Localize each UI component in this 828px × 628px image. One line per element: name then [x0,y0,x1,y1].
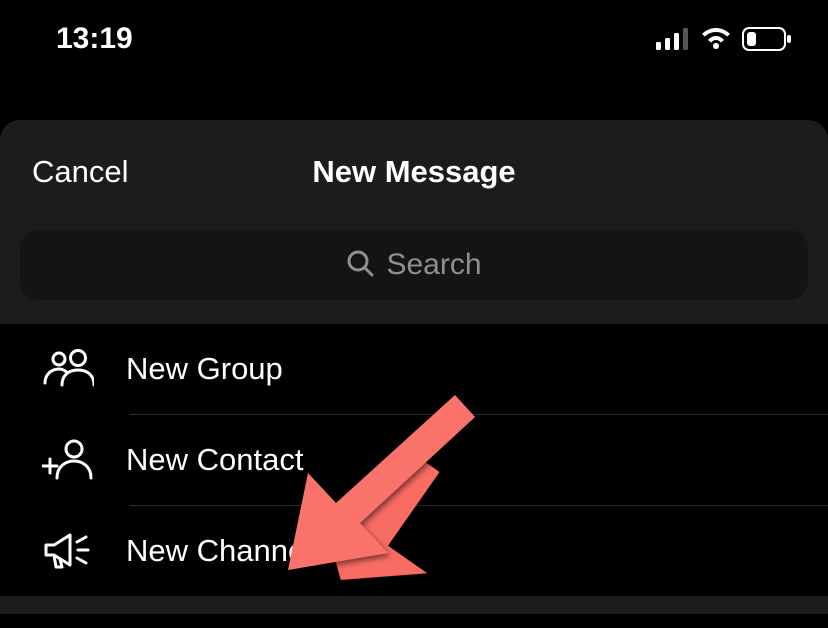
bottom-strip [0,596,828,614]
status-icons [656,27,792,51]
new-contact-label: New Contact [126,442,303,478]
new-contact-option[interactable]: New Contact [0,415,828,505]
cancel-button[interactable]: Cancel [32,154,129,190]
search-icon [346,249,374,282]
megaphone-icon [36,531,100,571]
wifi-icon [700,27,732,51]
status-bar: 13:19 [0,0,828,60]
new-message-modal: Cancel New Message Search New Group [0,120,828,614]
add-contact-icon [36,439,100,481]
modal-title: New Message [312,154,515,190]
new-group-option[interactable]: New Group [0,324,828,414]
search-placeholder: Search [386,248,481,282]
search-input[interactable]: Search [20,230,808,300]
options-list: New Group New Contact [0,324,828,596]
status-time: 13:19 [56,22,133,56]
group-icon [36,349,100,389]
new-channel-label: New Channel [126,533,312,569]
new-group-label: New Group [126,351,283,387]
modal-header: Cancel New Message [0,142,828,202]
battery-icon [742,27,792,51]
new-channel-option[interactable]: New Channel [0,506,828,596]
cellular-signal-icon [656,28,690,50]
